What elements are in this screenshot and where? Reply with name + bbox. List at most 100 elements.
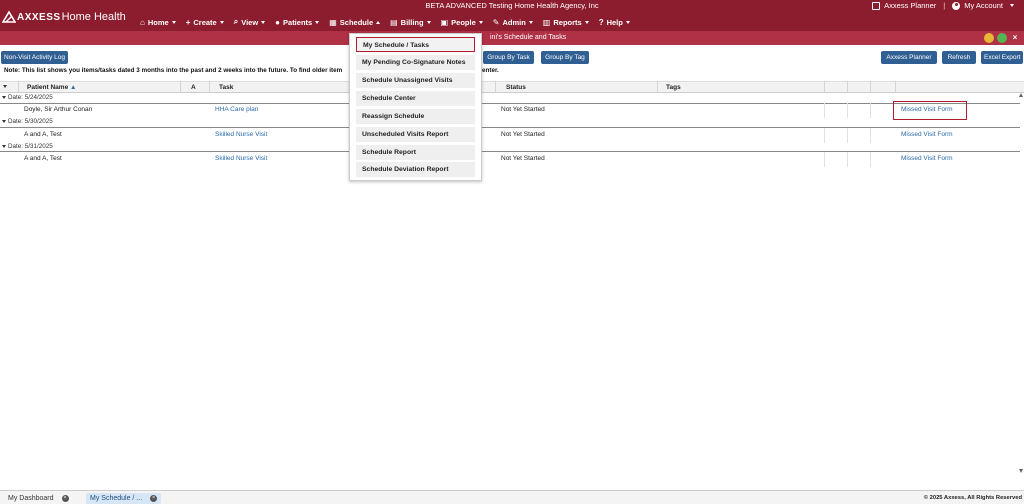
people-icon: ▣: [440, 17, 449, 27]
scroll-down-arrow-icon[interactable]: [1019, 469, 1023, 473]
app-window: AXXESS Home Health BETA ADVANCED Testing…: [0, 0, 1024, 504]
menu-item-unscheduled-visits-report[interactable]: Unscheduled Visits Report: [356, 127, 475, 142]
logo-brand-text: AXXESS: [17, 11, 61, 23]
axxess-planner-button[interactable]: Axxess Planner: [881, 51, 937, 64]
menu-item-reassign-schedule[interactable]: Reassign Schedule: [356, 109, 475, 124]
missed-visit-form-link[interactable]: Missed Visit Form: [901, 131, 953, 138]
home-icon: ⌂: [140, 17, 145, 27]
top-right-separator: |: [943, 1, 946, 10]
menu-item-pending-co-signature-notes[interactable]: My Pending Co-Signature Notes: [356, 55, 475, 70]
account-icon: [952, 1, 961, 10]
vertical-scrollbar[interactable]: [1019, 93, 1024, 473]
sort-ascending-icon: ▲: [70, 84, 77, 91]
help-icon: ?: [598, 17, 604, 27]
chevron-down-icon: [1010, 4, 1014, 7]
chevron-down-icon: [625, 20, 630, 24]
chevron-down-icon: [261, 20, 266, 24]
axxess-logo-icon: [2, 10, 16, 23]
tab-my-dashboard[interactable]: My Dashboard ×: [4, 493, 73, 504]
chevron-down-icon: [426, 20, 431, 24]
window-title: ini's Schedule and Tasks: [490, 34, 567, 41]
tab-my-schedule[interactable]: My Schedule / ... ×: [86, 493, 162, 504]
close-window-button[interactable]: ×: [1010, 33, 1020, 43]
menu-item-schedule-report[interactable]: Schedule Report: [356, 145, 475, 160]
wrench-icon: ✎: [492, 17, 500, 27]
nav-label: View: [241, 17, 259, 27]
patient-name-cell: A and A, Test: [24, 131, 62, 138]
column-header-patient-name[interactable]: Patient Name ▲: [27, 84, 76, 91]
nav-patients[interactable]: ● Patients: [275, 17, 320, 27]
column-separator: [209, 81, 210, 93]
expand-all-chevron-icon[interactable]: [3, 83, 7, 90]
calendar-icon: ▦: [329, 17, 337, 27]
status-cell: Not Yet Started: [501, 155, 545, 162]
nav-label: Billing: [400, 17, 424, 27]
date-group-label: Date: 5/31/2025: [8, 143, 53, 150]
chevron-down-icon: [528, 20, 533, 24]
scroll-up-arrow-icon[interactable]: [1019, 93, 1023, 97]
close-tab-icon[interactable]: ×: [150, 494, 158, 502]
nav-billing[interactable]: ▤ Billing: [390, 17, 431, 27]
nav-admin[interactable]: ✎ Admin: [493, 18, 533, 27]
nav-view[interactable]: ⌕ View: [233, 17, 266, 27]
column-separator: [657, 81, 658, 93]
menu-item-my-schedule-tasks[interactable]: My Schedule / Tasks: [356, 37, 475, 52]
nav-schedule[interactable]: ▦ Schedule: [329, 17, 381, 27]
plus-icon: +: [185, 17, 191, 27]
close-tab-icon[interactable]: ×: [61, 494, 69, 502]
bar-chart-icon: ▥: [542, 17, 551, 27]
nav-label: Patients: [283, 17, 313, 27]
column-separator: [18, 81, 19, 93]
nav-label: Create: [193, 17, 217, 27]
table-row: A and A, Test Skilled Nurse Visit Not Ye…: [0, 128, 1020, 143]
billing-icon: ▤: [390, 17, 398, 27]
column-header-task[interactable]: Task: [219, 84, 233, 91]
nav-create[interactable]: + Create: [186, 18, 224, 27]
top-navigation-bar: AXXESS Home Health BETA ADVANCED Testing…: [0, 0, 1024, 31]
table-row: Doyle, Sir Arthur Conan HHA Care plan No…: [0, 103, 1020, 118]
nav-reports[interactable]: ▥ Reports: [543, 18, 589, 27]
search-icon: ⌕: [233, 17, 239, 26]
non-visit-activity-log-button[interactable]: Non-Visit Activity Log: [1, 51, 68, 64]
task-link[interactable]: Skilled Nurse Visit: [215, 155, 267, 162]
nav-label: Help: [606, 17, 623, 27]
nav-label: Schedule: [339, 17, 374, 27]
nav-help[interactable]: ? Help: [599, 18, 630, 27]
excel-export-button[interactable]: Excel Export: [981, 51, 1023, 64]
column-header-status[interactable]: Status: [506, 84, 526, 91]
chevron-up-icon: [376, 20, 381, 24]
window-title-bar: ini's Schedule and Tasks ×: [0, 31, 1024, 45]
nav-home[interactable]: ⌂ Home: [140, 18, 176, 27]
status-cell: Not Yet Started: [501, 106, 545, 113]
axxess-logo[interactable]: AXXESS Home Health: [2, 8, 126, 26]
menu-item-schedule-unassigned-visits[interactable]: Schedule Unassigned Visits: [356, 73, 475, 88]
logo-product-text: Home Health: [61, 11, 126, 23]
nav-people[interactable]: ▣ People: [441, 18, 483, 27]
missed-visit-form-link[interactable]: Missed Visit Form: [901, 155, 953, 162]
task-link[interactable]: Skilled Nurse Visit: [215, 131, 267, 138]
maximize-window-button[interactable]: [997, 33, 1007, 43]
group-by-tag-button[interactable]: Group By Tag: [541, 51, 589, 64]
chevron-down-icon: [219, 20, 224, 24]
axxess-planner-link[interactable]: Axxess Planner: [884, 1, 936, 10]
my-account-menu[interactable]: My Account: [964, 1, 1003, 10]
tab-label: My Schedule / ...: [90, 495, 143, 502]
agency-name: BETA ADVANCED Testing Home Health Agency…: [425, 1, 599, 10]
refresh-button[interactable]: Refresh: [942, 51, 976, 64]
date-group-label: Date: 5/30/2025: [8, 118, 53, 125]
column-header-tags[interactable]: Tags: [666, 84, 681, 91]
bottom-tab-bar: My Dashboard × My Schedule / ... × © 2025 …: [0, 490, 1024, 504]
menu-item-schedule-deviation-report[interactable]: Schedule Deviation Report: [356, 162, 475, 177]
column-separator: [180, 81, 181, 93]
nav-label: Home: [147, 17, 169, 27]
chevron-down-icon: [2, 144, 6, 148]
menu-item-schedule-center[interactable]: Schedule Center: [356, 91, 475, 106]
main-menu: ⌂ Home + Create ⌕ View ● Patients ▦ Schedule …: [140, 16, 640, 28]
note-text-right: enter.: [482, 67, 499, 74]
status-cell: Not Yet Started: [501, 131, 545, 138]
task-link[interactable]: HHA Care plan: [215, 106, 258, 113]
column-header-a[interactable]: A: [191, 84, 196, 91]
minimize-window-button[interactable]: [984, 33, 994, 43]
group-by-task-button[interactable]: Group By Task: [483, 51, 534, 64]
nav-label: Reports: [553, 17, 582, 27]
